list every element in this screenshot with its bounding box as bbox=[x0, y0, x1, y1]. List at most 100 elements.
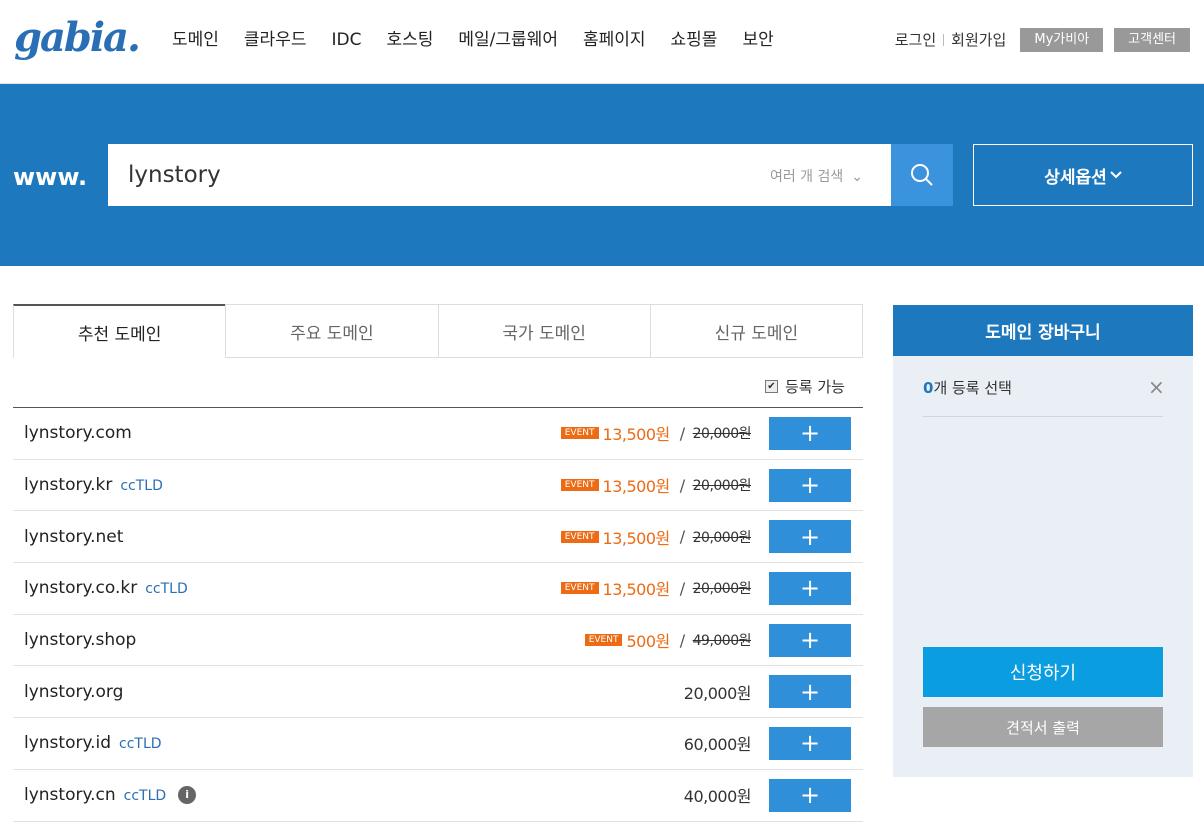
price-slash: / bbox=[679, 423, 685, 443]
sale-price: 13,500원 bbox=[602, 425, 671, 445]
domain-search-input[interactable] bbox=[128, 144, 728, 206]
cart-count-suffix: 개 등록 선택 bbox=[933, 379, 1012, 397]
add-to-cart-button[interactable]: + bbox=[769, 623, 851, 657]
domain-row: lynstory.org 20,000원 + bbox=[13, 666, 863, 719]
search-button[interactable] bbox=[891, 144, 953, 206]
domain-name-text: lynstory.net bbox=[24, 526, 124, 547]
my-gabia-button[interactable]: My가비아 bbox=[1020, 28, 1104, 52]
cart-count-number: 0 bbox=[923, 379, 934, 397]
domain-name: lynstory.id ccTLD bbox=[24, 733, 162, 753]
detail-options-label: 상세옵션 bbox=[1044, 167, 1107, 188]
search-band: www. 여러 개 검색 ⌄ 상세옵션 bbox=[0, 84, 1204, 266]
event-badge: EVENT bbox=[584, 634, 623, 647]
nav-security[interactable]: 보안 bbox=[742, 28, 773, 52]
available-checkbox[interactable]: ✔ bbox=[765, 380, 778, 393]
tab-country[interactable]: 국가 도메인 bbox=[437, 305, 650, 358]
add-to-cart-button[interactable]: + bbox=[769, 416, 851, 450]
event-badge: EVENT bbox=[560, 582, 599, 595]
sale-price: 13,500원 bbox=[602, 580, 671, 600]
nav-cloud[interactable]: 클라우드 bbox=[244, 28, 307, 52]
price-slash: / bbox=[679, 475, 685, 495]
nav-homepage[interactable]: 홈페이지 bbox=[583, 28, 646, 52]
close-icon[interactable]: × bbox=[1148, 375, 1165, 399]
cctld-tag: ccTLD bbox=[120, 478, 163, 495]
site-header: gabia. 도메인 클라우드 IDC 호스팅 메일/그룹웨어 홈페이지 쇼핑몰… bbox=[0, 0, 1204, 84]
original-price: 20,000원 bbox=[692, 478, 752, 495]
available-filter[interactable]: ✔ 등록 가능 bbox=[765, 376, 845, 397]
domain-name-text: lynstory.cn bbox=[24, 785, 116, 806]
sale-price: 500원 bbox=[626, 632, 670, 652]
price-slash: / bbox=[679, 630, 685, 650]
cctld-tag: ccTLD bbox=[145, 581, 188, 598]
main-nav: 도메인 클라우드 IDC 호스팅 메일/그룹웨어 홈페이지 쇼핑몰 보안 bbox=[172, 28, 799, 52]
nav-domain[interactable]: 도메인 bbox=[172, 28, 219, 52]
cctld-tag: ccTLD bbox=[123, 788, 167, 805]
price-info: EVENT 13,500원 / 20,000원 bbox=[560, 576, 752, 600]
price-info: EVENT 13,500원 / 20,000원 bbox=[560, 525, 752, 549]
tab-new[interactable]: 신규 도메인 bbox=[649, 305, 862, 358]
signup-link[interactable]: 회원가입 bbox=[951, 29, 1006, 51]
login-link[interactable]: 로그인 bbox=[895, 29, 936, 51]
domain-name: lynstory.kr ccTLD bbox=[24, 475, 163, 495]
domain-list: lynstory.com EVENT 13,500원 / 20,000원 + l… bbox=[13, 407, 863, 822]
multi-search-toggle[interactable]: 여러 개 검색 ⌄ bbox=[770, 166, 863, 186]
domain-cart: 도메인 장바구니 0개 등록 선택 × 신청하기 견적서 출력 bbox=[893, 305, 1193, 777]
event-badge: EVENT bbox=[560, 479, 599, 492]
regular-price: 60,000원 bbox=[683, 735, 752, 755]
add-to-cart-button[interactable]: + bbox=[769, 726, 851, 760]
nav-shopping-mall[interactable]: 쇼핑몰 bbox=[671, 28, 718, 52]
cctld-tag: ccTLD bbox=[119, 736, 162, 753]
chevron-down-icon bbox=[1110, 171, 1122, 179]
print-quote-button[interactable]: 견적서 출력 bbox=[923, 707, 1163, 747]
domain-name-text: lynstory.org bbox=[24, 681, 124, 702]
regular-price: 40,000원 bbox=[683, 787, 752, 807]
regular-price: 20,000원 bbox=[683, 683, 752, 703]
info-icon[interactable]: i bbox=[178, 786, 197, 805]
original-price: 20,000원 bbox=[692, 426, 752, 443]
event-badge: EVENT bbox=[560, 530, 599, 543]
price-info: EVENT 13,500원 / 20,000원 bbox=[560, 421, 752, 445]
price-info: 60,000원 bbox=[683, 731, 752, 755]
apply-button[interactable]: 신청하기 bbox=[923, 647, 1163, 697]
domain-name-text: lynstory.com bbox=[24, 423, 132, 444]
chevron-down-icon: ⌄ bbox=[851, 169, 863, 185]
domain-row: lynstory.id ccTLD 60,000원 + bbox=[13, 718, 863, 770]
search-icon bbox=[911, 164, 933, 186]
sale-price: 13,500원 bbox=[602, 477, 671, 497]
detail-options-button[interactable]: 상세옵션 bbox=[973, 144, 1193, 206]
tab-major[interactable]: 주요 도메인 bbox=[225, 305, 438, 358]
add-to-cart-button[interactable]: + bbox=[769, 571, 851, 605]
www-prefix: www. bbox=[13, 163, 88, 191]
sale-price: 13,500원 bbox=[602, 528, 671, 548]
add-to-cart-button[interactable]: + bbox=[769, 675, 851, 709]
add-to-cart-button[interactable]: + bbox=[769, 778, 851, 812]
add-to-cart-button[interactable]: + bbox=[769, 468, 851, 502]
customer-center-button[interactable]: 고객센터 bbox=[1114, 28, 1190, 52]
domain-name: lynstory.org bbox=[24, 682, 123, 702]
domain-name-text: lynstory.id bbox=[24, 733, 112, 754]
domain-name: lynstory.cn ccTLD i bbox=[24, 785, 197, 806]
price-slash: / bbox=[679, 527, 685, 547]
original-price: 20,000원 bbox=[692, 581, 752, 598]
nav-hosting[interactable]: 호스팅 bbox=[386, 28, 433, 52]
utility-menu: 로그인 회원가입 My가비아 고객센터 bbox=[895, 28, 1190, 52]
domain-tabs: 추천 도메인 주요 도메인 국가 도메인 신규 도메인 bbox=[13, 304, 863, 358]
domain-name: lynstory.com bbox=[24, 423, 132, 443]
domain-row: lynstory.net EVENT 13,500원 / 20,000원 + bbox=[13, 511, 863, 564]
gabia-logo[interactable]: gabia. bbox=[14, 18, 141, 58]
cart-title: 도메인 장바구니 bbox=[893, 305, 1193, 356]
divider bbox=[923, 416, 1163, 417]
price-info: EVENT 500원 / 49,000원 bbox=[584, 628, 752, 652]
domain-row: lynstory.kr ccTLD EVENT 13,500원 / 20,000원… bbox=[13, 460, 863, 512]
available-label: 등록 가능 bbox=[785, 378, 845, 396]
domain-row: lynstory.shop EVENT 500원 / 49,000원 + bbox=[13, 615, 863, 667]
multi-search-label: 여러 개 검색 bbox=[769, 169, 844, 185]
domain-name-text: lynstory.kr bbox=[24, 475, 113, 496]
nav-mail-groupware[interactable]: 메일/그룹웨어 bbox=[458, 28, 558, 52]
nav-idc[interactable]: IDC bbox=[331, 28, 361, 52]
tab-recommended[interactable]: 추천 도메인 bbox=[13, 304, 226, 358]
domain-name: lynstory.shop bbox=[24, 630, 136, 650]
search-box: 여러 개 검색 ⌄ bbox=[108, 144, 891, 206]
add-to-cart-button[interactable]: + bbox=[769, 520, 851, 554]
event-badge: EVENT bbox=[560, 427, 599, 440]
